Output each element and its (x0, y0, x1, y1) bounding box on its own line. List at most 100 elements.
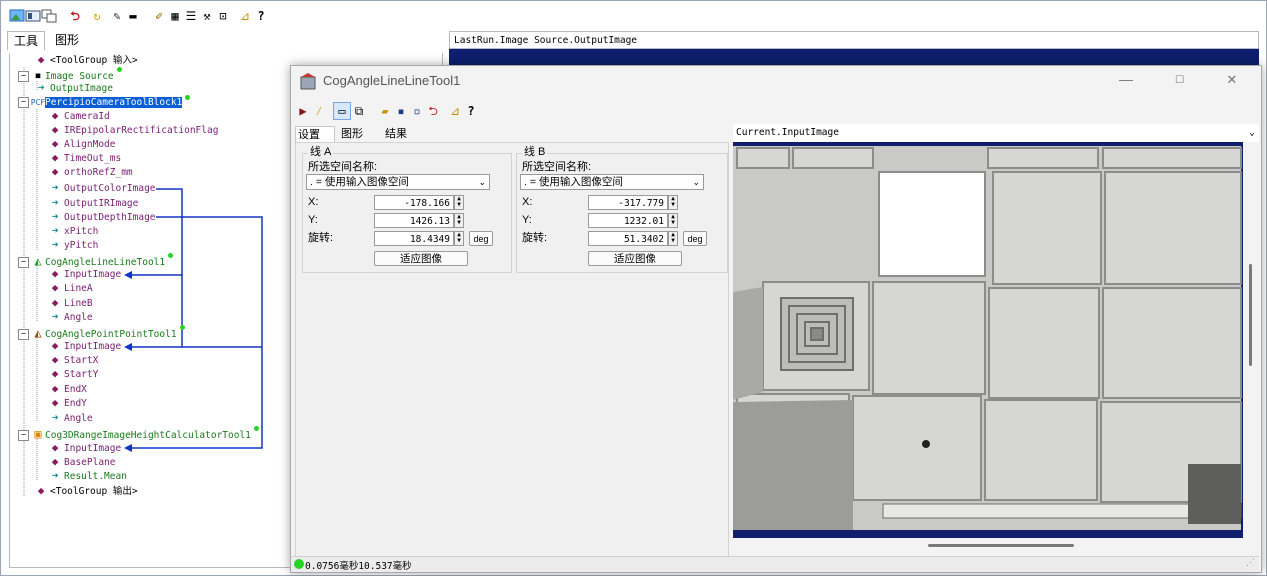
edit-icon[interactable]: ✐ (151, 8, 167, 24)
line-a-x-field[interactable]: -178.166 (374, 195, 454, 210)
dialog-titlebar: CogAngleLineLineTool1 — ☐ ✕ (291, 66, 1261, 98)
help-icon[interactable]: ? (253, 8, 269, 24)
run-icon[interactable]: ↻ (89, 8, 105, 24)
tools-icon[interactable]: ⚒ (199, 8, 215, 24)
line-b-rotation-field[interactable]: 51.3402 (588, 231, 668, 246)
tree-row-input[interactable]: ◆ AlignMode (46, 137, 116, 151)
line-a-y-spinner[interactable]: ▲ ▼ (454, 213, 464, 228)
tree-row-input[interactable]: ◆ StartY (46, 367, 99, 381)
tab-results[interactable]: 结果 (383, 126, 421, 142)
tree-row-input[interactable]: ◆ LineA (46, 281, 93, 295)
line-a-unit-button[interactable]: deg (469, 231, 493, 246)
status-bar: 0.0756毫秒10.537毫秒 ⋰ (291, 556, 1259, 572)
tree-row-anglelineline-tool[interactable]: − ◭ CogAngleLineLineTool1 (18, 253, 174, 268)
tree-row-input[interactable]: ◆ LineB (46, 296, 93, 310)
collapse-icon[interactable]: − (18, 257, 29, 268)
list-icon[interactable]: ☰ (183, 8, 199, 24)
wand-icon[interactable]: ⁄ (311, 103, 327, 119)
tool-window-icon[interactable]: ⧉ (351, 103, 367, 119)
reset-icon[interactable]: ⮌ (67, 8, 83, 24)
display-icon[interactable] (25, 8, 41, 24)
line-b-x-field[interactable]: -317.779 (588, 195, 668, 210)
line-b-fit-image-button[interactable]: 适应图像 (588, 251, 682, 266)
tree-row-3drange-tool[interactable]: − ▣ Cog3DRangeImageHeightCalculatorTool1 (18, 426, 259, 441)
vertical-scrollbar[interactable] (1249, 264, 1252, 366)
line-b-y-spinner[interactable]: ▲ ▼ (668, 213, 678, 228)
line-a-y-label: Y: (308, 214, 318, 226)
status-dot (179, 325, 185, 330)
tab-graphics[interactable]: 图形 (49, 31, 85, 49)
last-run-image-title: LastRun.Image Source.OutputImage (449, 31, 1259, 49)
tree-row-input[interactable]: ◆ BasePlane (46, 455, 116, 469)
tree-row-image-source[interactable]: − ▪ Image Source (18, 67, 122, 82)
line-b-y-field[interactable]: 1232.01 (588, 213, 668, 228)
current-image-title[interactable]: Current.InputImage ⌄ (733, 124, 1259, 142)
tab-tools[interactable]: 工具 (7, 31, 46, 50)
dbi-icon[interactable]: ⊡ (215, 8, 231, 24)
tree-row-toolgroup-output[interactable]: ◆ <ToolGroup 输出> (32, 484, 138, 498)
tree-row-percipio-toolblock[interactable]: − PCFPercipioCameraToolBlock1 (18, 95, 191, 109)
tree-row-toolgroup-input[interactable]: ◆ <ToolGroup 输入> (32, 53, 138, 67)
dialog-toolbar: ▶ ⁄ ▭ ⧉ ▰ ▪ ▫ ⮌ ⊿ ? (295, 102, 479, 120)
tool-window-icon[interactable] (41, 8, 57, 24)
tree-row-output[interactable]: ➜ OutputColorImage (46, 181, 156, 195)
tree-row-input[interactable]: ◆ TimeOut_ms (46, 151, 122, 165)
collapse-icon[interactable]: − (18, 430, 29, 441)
collapse-icon[interactable]: − (18, 97, 29, 108)
open-icon[interactable]: ▰ (377, 103, 393, 119)
toolblock-icon: PCF (30, 98, 46, 107)
close-icon[interactable]: ✕ (1227, 69, 1237, 88)
minimize-icon[interactable]: — (1119, 71, 1133, 87)
collapse-icon[interactable]: − (18, 71, 29, 82)
image-display[interactable] (733, 142, 1243, 538)
tree-row-output[interactable]: ➜ Result.Mean (46, 469, 127, 483)
tree-row-input[interactable]: ◆ InputImage (46, 441, 122, 455)
minus-icon[interactable]: ▬ (125, 8, 141, 24)
chart-icon[interactable]: ⊿ (237, 8, 253, 24)
tree-row-input[interactable]: ◆ InputImage (46, 339, 122, 353)
brush-icon[interactable]: ✎ (109, 8, 125, 24)
line-a-y-field[interactable]: 1426.13 (374, 213, 454, 228)
resize-grip-icon[interactable]: ⋰ (1246, 558, 1255, 568)
line-a-rotation-field[interactable]: 18.4349 (374, 231, 454, 246)
help-icon[interactable]: ? (463, 103, 479, 119)
chart-icon[interactable]: ⊿ (447, 103, 463, 119)
horizontal-scrollbar[interactable] (928, 544, 1074, 547)
save-icon[interactable]: ▪ (393, 103, 409, 119)
save-as-icon[interactable]: ▫ (409, 103, 425, 119)
tree-row-input[interactable]: ◆ EndX (46, 382, 87, 396)
line-b-x-spinner[interactable]: ▲ ▼ (668, 195, 678, 210)
tree-row-input[interactable]: ◆ InputImage (46, 267, 122, 281)
display-icon[interactable]: ▭ (333, 102, 351, 120)
tab-graphics[interactable]: 图形 (339, 126, 377, 142)
line-a-rotation-spinner[interactable]: ▲ ▼ (454, 231, 464, 246)
tab-settings[interactable]: 设置 (295, 126, 335, 143)
tree-row-output[interactable]: ➜ Angle (46, 310, 93, 324)
maximize-icon[interactable]: ☐ (1175, 69, 1184, 87)
tree-row-output[interactable]: ➜ OutputDepthImage (46, 210, 156, 224)
run-icon[interactable]: ▶ (295, 103, 311, 119)
line-b-rotation-spinner[interactable]: ▲ ▼ (668, 231, 678, 246)
line-b-space-select[interactable]: . = 使用输入图像空间 ⌄ (520, 174, 704, 190)
tree-row-input[interactable]: ◆ StartX (46, 353, 99, 367)
tree-row-input[interactable]: ◆ orthoRefZ_mm (46, 165, 133, 179)
grid-icon[interactable]: ▦ (167, 8, 183, 24)
status-dot (116, 67, 122, 72)
image-source-icon[interactable] (9, 8, 25, 24)
tree-row-outputimage[interactable]: ➜ OutputImage (32, 81, 113, 95)
line-a-fit-image-button[interactable]: 适应图像 (374, 251, 468, 266)
line-b-unit-button[interactable]: deg (683, 231, 707, 246)
tree-row-output[interactable]: ➜ OutputIRImage (46, 196, 139, 210)
line-a-space-select[interactable]: . = 使用输入图像空间 ⌄ (306, 174, 490, 190)
tree-row-input[interactable]: ◆ CameraId (46, 109, 110, 123)
status-dot (253, 426, 259, 431)
tree-row-anglepointpoint-tool[interactable]: − ◭ CogAnglePointPointTool1 (18, 325, 185, 340)
tree-row-output[interactable]: ➜ xPitch (46, 224, 99, 238)
collapse-icon[interactable]: − (18, 329, 29, 340)
tree-row-output[interactable]: ➜ yPitch (46, 238, 99, 252)
tree-row-output[interactable]: ➜ Angle (46, 411, 93, 425)
line-a-x-spinner[interactable]: ▲ ▼ (454, 195, 464, 210)
tree-row-input[interactable]: ◆ IREpipolarRectificationFlag (46, 123, 219, 137)
reset-icon[interactable]: ⮌ (425, 103, 441, 119)
tree-row-input[interactable]: ◆ EndY (46, 396, 87, 410)
